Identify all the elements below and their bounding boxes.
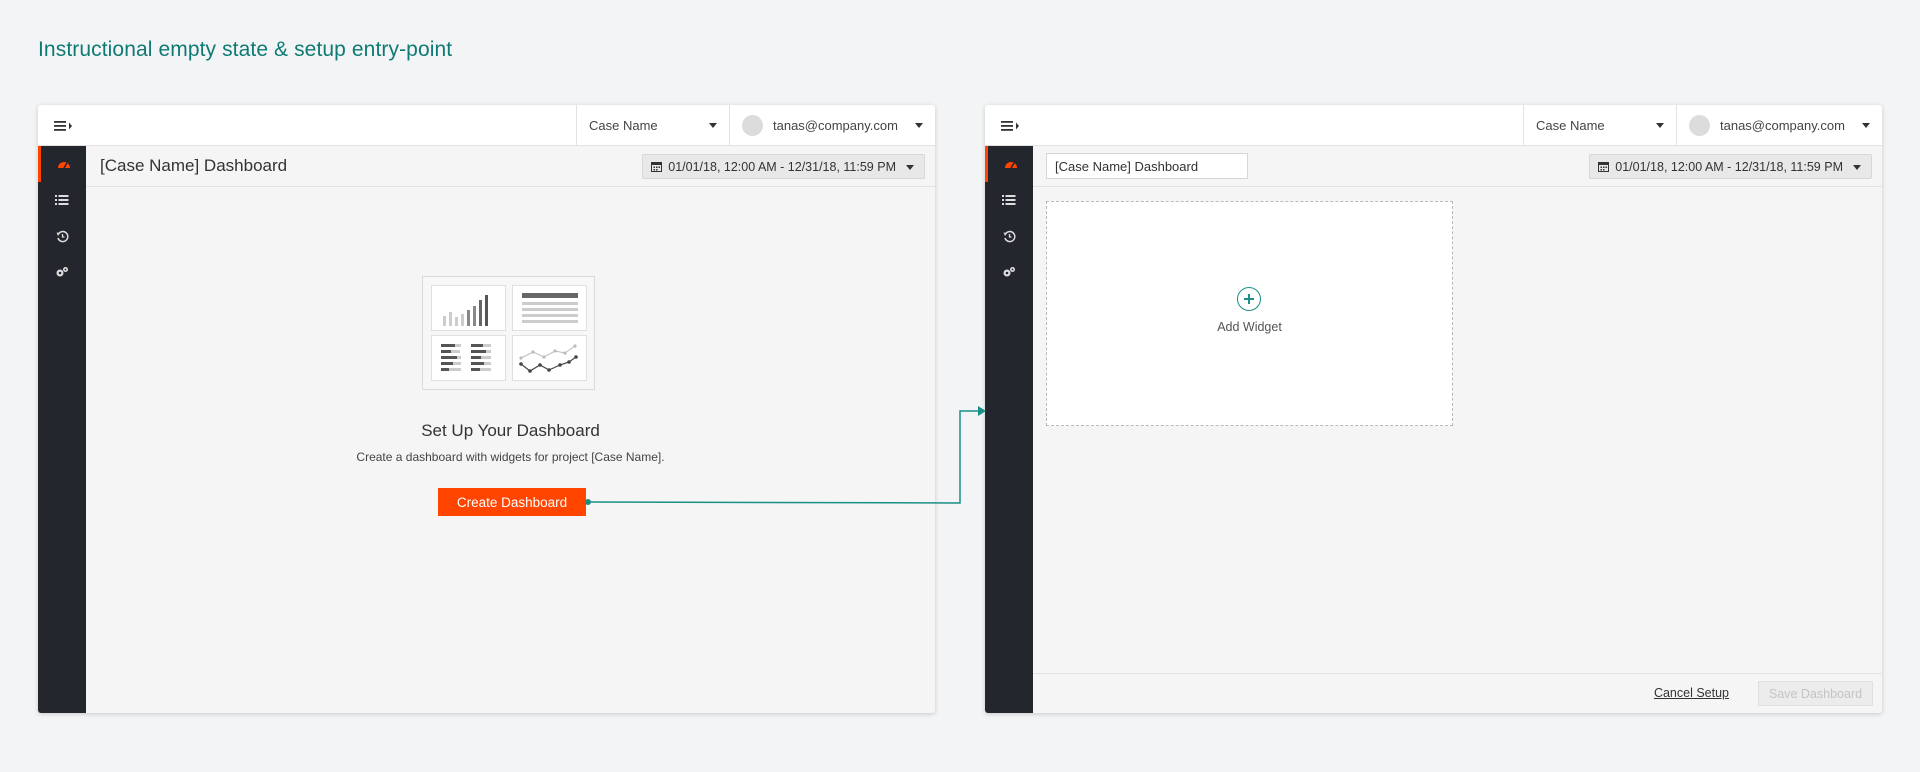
cancel-setup-link[interactable]: Cancel Setup [1654,686,1729,700]
add-widget-label: Add Widget [1217,320,1282,334]
chevron-down-icon [1862,123,1870,128]
case-select[interactable]: Case Name [576,105,729,146]
sidebar [985,146,1033,713]
calendar-icon [1598,161,1610,172]
calendar-icon [651,161,663,172]
page-heading: Instructional empty state & setup entry-… [38,38,453,61]
avatar [1689,115,1710,136]
plus-circle-icon[interactable] [1237,287,1261,311]
empty-state-description: Create a dashboard with widgets for proj… [356,450,665,464]
top-bar: Case Name tanas@company.com [985,105,1882,146]
user-email: tanas@company.com [1720,118,1845,133]
chevron-down-icon [1656,123,1664,128]
sidebar-item-list[interactable] [38,182,86,218]
list-icon [55,195,69,205]
menu-toggle-icon[interactable] [1001,118,1023,134]
chevron-down-icon [915,123,923,128]
dashboard-setup-screen: Case Name tanas@company.com [Case Name] … [985,105,1882,713]
history-icon [1003,230,1016,242]
widget-canvas: Add Widget [1033,187,1882,673]
speedometer-icon [1004,162,1017,169]
sidebar [38,146,86,713]
dashboard-illustration [422,276,595,390]
speedometer-icon [57,162,70,169]
menu-toggle-icon[interactable] [54,118,76,134]
sidebar-item-settings[interactable] [38,254,86,290]
date-range-label: 01/01/18, 12:00 AM - 12/31/18, 11:59 PM [1615,159,1843,174]
date-range-picker[interactable]: 01/01/18, 12:00 AM - 12/31/18, 11:59 PM [642,154,925,179]
user-menu[interactable]: tanas@company.com [1676,105,1882,146]
settings-icon [56,267,68,277]
create-dashboard-button[interactable]: Create Dashboard [438,488,586,516]
case-select-label: Case Name [1536,118,1605,133]
sidebar-item-history[interactable] [38,218,86,254]
list-icon [1002,195,1016,205]
sidebar-item-list[interactable] [985,182,1033,218]
settings-icon [1003,267,1015,277]
date-range-label: 01/01/18, 12:00 AM - 12/31/18, 11:59 PM [668,159,896,174]
content-header: [Case Name] Dashboard 01/01/18, 12:00 AM… [86,146,935,187]
sidebar-item-history[interactable] [985,218,1033,254]
case-select-label: Case Name [589,118,658,133]
empty-state-title: Set Up Your Dashboard [421,421,600,440]
line-chart-tile [512,335,587,381]
stacked-bars-tile [431,335,506,381]
dashboard-title-input[interactable] [1046,153,1248,179]
chevron-down-icon [1853,165,1861,170]
content-header: 01/01/18, 12:00 AM - 12/31/18, 11:59 PM [1033,146,1882,187]
sidebar-item-settings[interactable] [985,254,1033,290]
bar-chart-tile [431,285,506,331]
add-widget-area[interactable]: Add Widget [1046,201,1453,426]
dashboard-title: [Case Name] Dashboard [100,156,288,175]
empty-state-screen: Case Name tanas@company.com [Case Name] … [38,105,935,713]
date-range-picker[interactable]: 01/01/18, 12:00 AM - 12/31/18, 11:59 PM [1589,154,1872,179]
user-menu[interactable]: tanas@company.com [729,105,935,146]
history-icon [56,230,69,242]
sidebar-item-dashboard[interactable] [38,146,86,182]
chevron-down-icon [709,123,717,128]
save-dashboard-button[interactable]: Save Dashboard [1758,681,1873,706]
top-bar: Case Name tanas@company.com [38,105,935,146]
chevron-down-icon [906,165,914,170]
sidebar-item-dashboard[interactable] [985,146,1033,182]
table-tile [512,285,587,331]
avatar [742,115,763,136]
user-email: tanas@company.com [773,118,898,133]
case-select[interactable]: Case Name [1523,105,1676,146]
setup-footer: Cancel Setup Save Dashboard [1033,673,1882,713]
